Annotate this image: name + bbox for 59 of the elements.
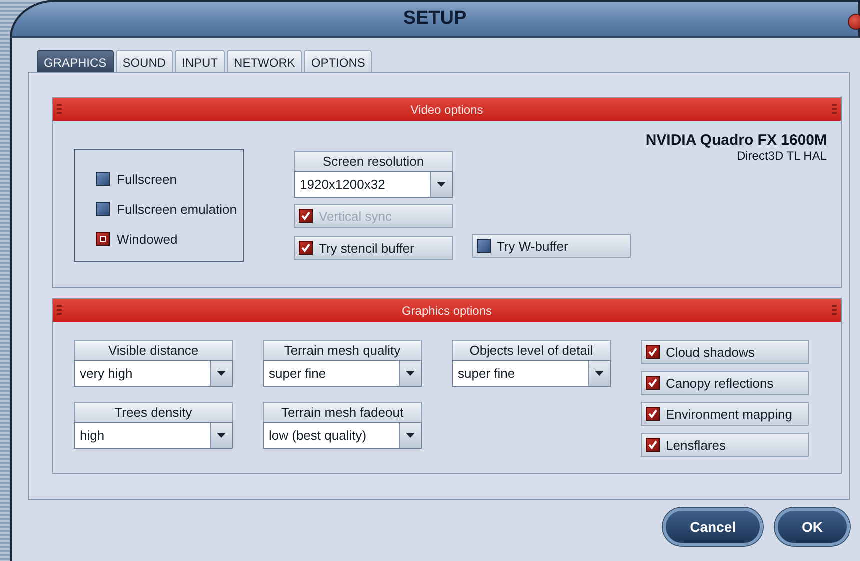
- dropdown-button[interactable]: [399, 361, 421, 386]
- field-label: Objects level of detail: [452, 340, 611, 360]
- tab[interactable]: OPTIONS: [304, 50, 372, 72]
- checkbox-button[interactable]: Environment mapping: [641, 402, 809, 426]
- grip-icon: [57, 305, 62, 316]
- checkbox[interactable]: [299, 241, 313, 255]
- checkbox-button[interactable]: Try stencil buffer: [294, 236, 453, 260]
- checkbox[interactable]: [646, 376, 660, 390]
- dropdown-field[interactable]: 1920x1200x32: [294, 171, 453, 198]
- field-label: Visible distance: [74, 340, 233, 360]
- close-button[interactable]: [848, 14, 860, 30]
- dropdown-field[interactable]: super fine: [263, 360, 422, 387]
- checkbox-button[interactable]: Cloud shadows: [641, 340, 809, 364]
- renderer-label: Direct3D TL HAL: [736, 149, 827, 163]
- field-label: Terrain mesh quality: [263, 340, 422, 360]
- radio-option[interactable]: Fullscreen emulation: [96, 199, 237, 219]
- dialog-button[interactable]: Cancel: [663, 508, 763, 546]
- caret-icon: [595, 371, 604, 376]
- dropdown-button[interactable]: [430, 172, 452, 197]
- caret-icon: [217, 433, 226, 438]
- dropdown-button[interactable]: [588, 361, 610, 386]
- panel-title: Graphics options: [402, 304, 492, 318]
- radio-indicator[interactable]: [96, 172, 110, 186]
- checkbox-button[interactable]: Lensflares: [641, 433, 809, 457]
- panel-title: Video options: [410, 102, 484, 116]
- radio-indicator[interactable]: [96, 202, 110, 216]
- field-label: Trees density: [74, 402, 233, 422]
- caret-icon: [217, 371, 226, 376]
- dropdown-button[interactable]: [399, 423, 421, 448]
- dropdown-button[interactable]: [210, 361, 232, 386]
- grip-icon: [832, 104, 837, 115]
- dropdown-field[interactable]: high: [74, 422, 233, 449]
- checkbox[interactable]: [646, 407, 660, 421]
- grip-icon: [832, 305, 837, 316]
- checkbox[interactable]: [646, 438, 660, 452]
- checkbox[interactable]: [646, 345, 660, 359]
- window-title: SETUP: [403, 8, 467, 30]
- dropdown-field[interactable]: low (best quality): [263, 422, 422, 449]
- tab[interactable]: INPUT: [175, 50, 226, 72]
- field-label: Terrain mesh fadeout: [263, 402, 422, 422]
- radio-indicator[interactable]: [96, 232, 110, 246]
- gpu-name: NVIDIA Quadro FX 1600M: [646, 132, 827, 149]
- tab[interactable]: NETWORK: [227, 50, 302, 72]
- tab[interactable]: GRAPHICS: [37, 50, 114, 72]
- caret-icon: [406, 371, 415, 376]
- checkbox-button[interactable]: Canopy reflections: [641, 371, 809, 395]
- checkbox[interactable]: [477, 239, 491, 253]
- radio-option[interactable]: Fullscreen: [96, 169, 177, 189]
- field-label: Screen resolution: [294, 151, 453, 171]
- dialog-button[interactable]: OK: [775, 508, 850, 546]
- dropdown-field[interactable]: super fine: [452, 360, 611, 387]
- caret-icon: [437, 182, 446, 187]
- dropdown-button[interactable]: [210, 423, 232, 448]
- grip-icon: [57, 104, 62, 115]
- tab[interactable]: SOUND: [116, 50, 174, 72]
- checkbox-button[interactable]: Try W-buffer: [472, 234, 631, 258]
- caret-icon: [406, 433, 415, 438]
- dropdown-field[interactable]: very high: [74, 360, 233, 387]
- radio-option[interactable]: Windowed: [96, 229, 178, 249]
